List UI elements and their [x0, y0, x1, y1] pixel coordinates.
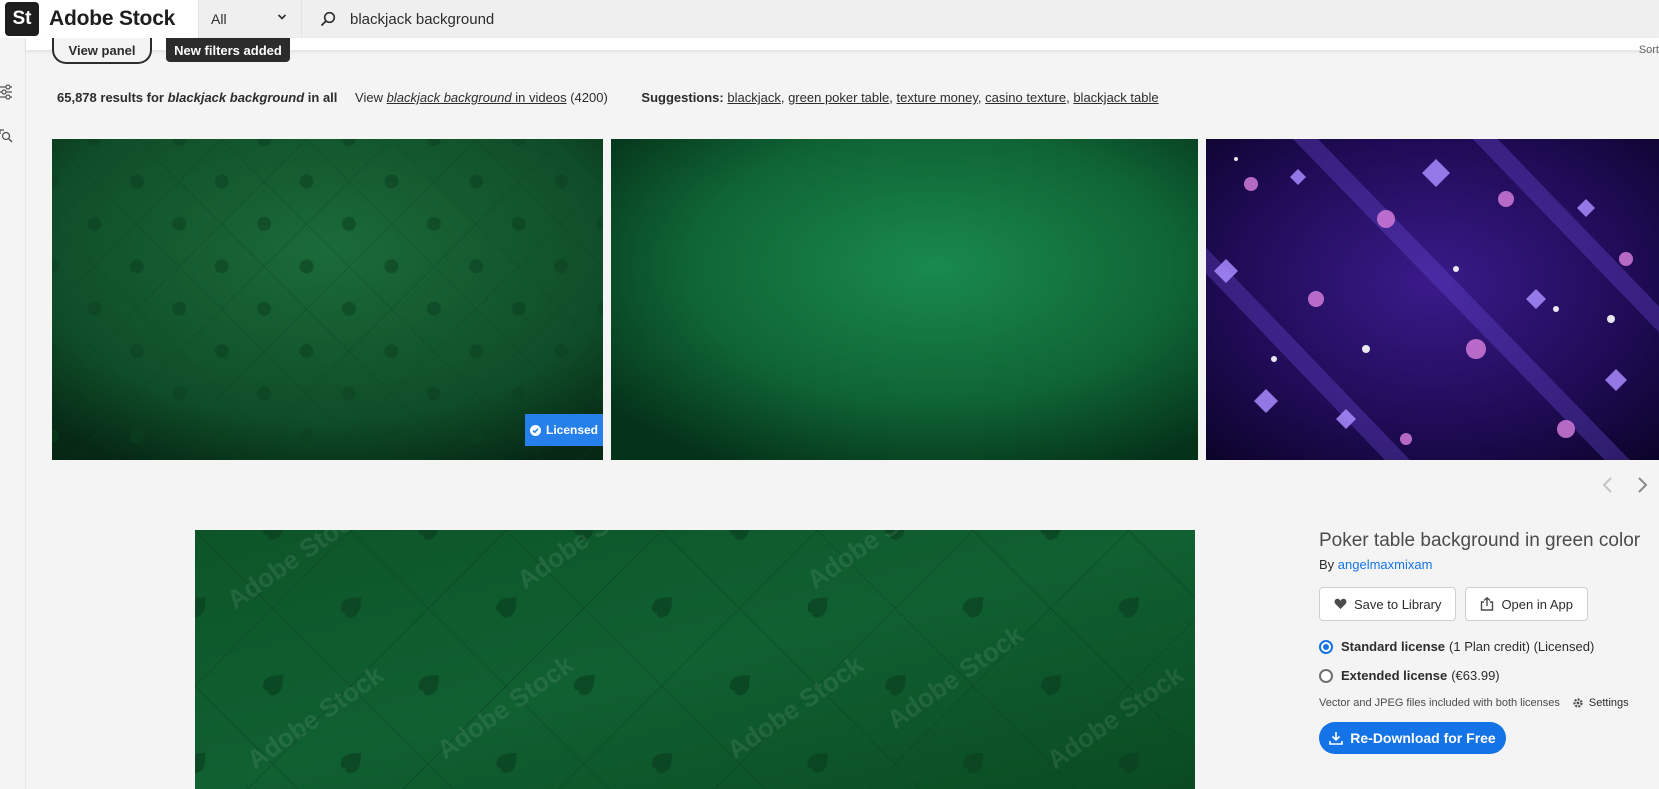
view-videos-link-query[interactable]: blackjack background — [387, 90, 512, 105]
asset-title: Poker table background in green color — [1319, 530, 1641, 551]
redownload-button[interactable]: Re-Download for Free — [1319, 722, 1506, 754]
suggestion-link[interactable]: green poker table — [788, 90, 889, 105]
extended-license-label: Extended license — [1341, 668, 1448, 683]
result-tile[interactable] — [1206, 139, 1659, 460]
by-label: By — [1319, 557, 1335, 572]
suggestion-link[interactable]: casino texture — [985, 90, 1066, 105]
carousel-prev-icon[interactable] — [1598, 475, 1618, 495]
license-note-text: Vector and JPEG files included with both… — [1319, 697, 1560, 709]
asset-detail-panel: Poker table background in green color By… — [1319, 530, 1659, 754]
search-scope-dropdown[interactable]: All — [198, 0, 302, 38]
licensed-label: Licensed — [545, 423, 599, 437]
search-query-text: blackjack background — [350, 10, 495, 28]
sort-dropdown[interactable]: Sort — [1639, 44, 1659, 56]
video-count: (4200) — [570, 90, 608, 105]
heart-icon — [1334, 598, 1347, 609]
standard-license-radio[interactable] — [1319, 639, 1333, 654]
download-icon — [1329, 732, 1344, 745]
license-note: Vector and JPEG files included with both… — [1319, 697, 1659, 709]
settings-link[interactable]: Settings — [1572, 697, 1629, 709]
redownload-label: Re-Download for Free — [1350, 730, 1496, 746]
results-query: blackjack background — [167, 90, 305, 105]
check-circle-icon — [529, 424, 541, 436]
suggestion-link[interactable]: blackjack table — [1073, 90, 1158, 105]
asset-author-line: By angelmaxmixam — [1319, 557, 1659, 572]
save-to-library-button[interactable]: Save to Library — [1319, 587, 1457, 621]
result-tile[interactable]: Licensed — [52, 139, 603, 460]
licensed-badge: Licensed — [525, 414, 603, 446]
share-upload-icon — [1481, 597, 1494, 611]
standard-license-label: Standard license — [1341, 639, 1446, 654]
detail-preview-image[interactable]: Adobe Stock Adobe Stock Adobe Stock Adob… — [195, 530, 1195, 789]
results-count: 65,878 — [57, 90, 97, 105]
visual-search-icon[interactable] — [0, 128, 14, 144]
results-for-label: results for — [100, 90, 164, 105]
standard-license-option[interactable]: Standard license (1 Plan credit) (Licens… — [1319, 639, 1659, 654]
poker-table-preview: Adobe Stock Adobe Stock Adobe Stock Adob… — [195, 530, 1195, 789]
logo-badge: St — [5, 2, 39, 36]
new-filters-tooltip: New filters added — [166, 38, 290, 62]
save-to-library-label: Save to Library — [1354, 596, 1442, 612]
open-in-app-button[interactable]: Open in App — [1465, 587, 1588, 621]
suggestion-link[interactable]: blackjack — [727, 90, 780, 105]
view-panel-button[interactable]: View panel — [52, 38, 152, 64]
chevron-down-icon — [277, 14, 287, 20]
view-label: View — [355, 90, 383, 105]
result-tile[interactable] — [611, 139, 1198, 460]
filter-sliders-icon[interactable] — [0, 84, 14, 100]
green-pattern-thumbnail — [52, 139, 603, 460]
adobe-stock-logo[interactable]: St Adobe Stock — [0, 0, 198, 38]
extended-license-radio[interactable] — [1319, 668, 1333, 683]
extended-license-option[interactable]: Extended license (€63.99) — [1319, 668, 1659, 683]
search-icon — [320, 11, 336, 27]
left-filter-rail — [0, 38, 26, 789]
purple-suits-thumbnail — [1206, 139, 1659, 460]
extended-license-detail: (€63.99) — [1451, 668, 1500, 683]
top-header: St Adobe Stock All blackjack background — [0, 0, 1659, 38]
gear-icon — [1573, 698, 1583, 708]
open-in-app-label: Open in App — [1501, 596, 1573, 612]
standard-license-detail: (1 Plan credit) (Licensed) — [1449, 639, 1595, 654]
search-input[interactable]: blackjack background — [302, 0, 1659, 38]
logo-text: Adobe Stock — [49, 7, 176, 30]
green-felt-thumbnail — [611, 139, 1198, 460]
settings-label: Settings — [1588, 697, 1629, 709]
suggestion-link[interactable]: texture money — [897, 90, 978, 105]
carousel-next-icon[interactable] — [1632, 475, 1652, 495]
results-in-all: in all — [307, 90, 338, 105]
view-videos-link[interactable]: in videos — [512, 90, 566, 105]
scope-value: All — [211, 11, 227, 27]
suggestions-label: Suggestions: — [641, 90, 724, 105]
results-summary: 65,878 results for blackjack background … — [57, 90, 1159, 105]
author-link[interactable]: angelmaxmixam — [1338, 557, 1433, 572]
